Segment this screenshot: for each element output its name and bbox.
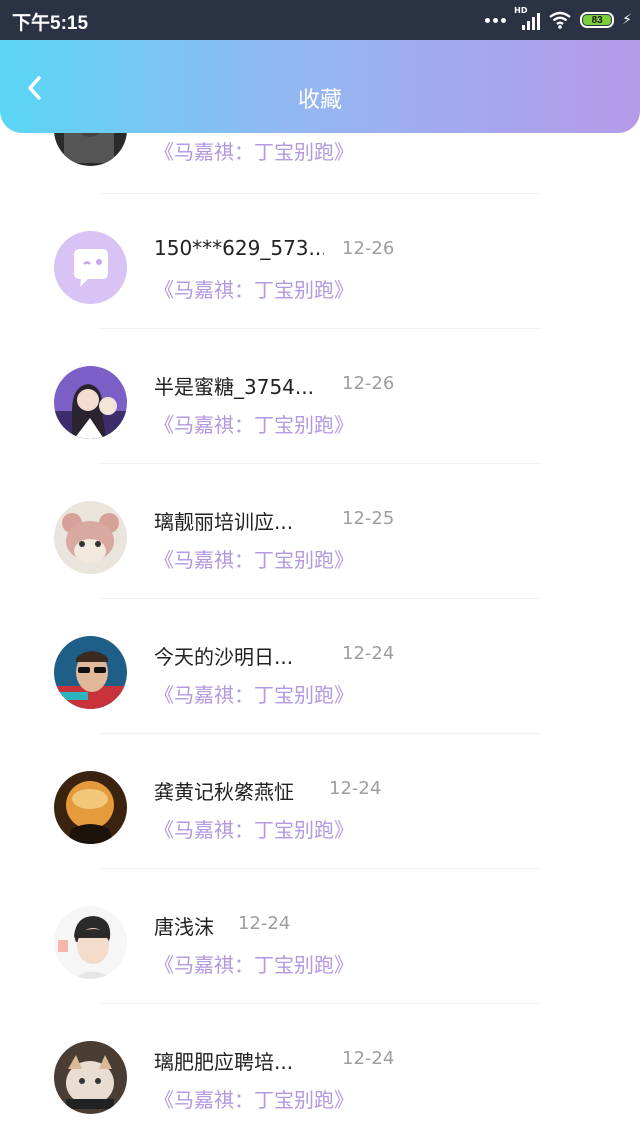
favorite-date: 12-26 <box>342 373 395 394</box>
work-title: 《马嘉祺：丁宝别跑》 <box>154 953 354 977</box>
battery-icon: 83 <box>580 12 615 28</box>
header-bar: 收藏 <box>0 40 640 133</box>
work-title: 《马嘉祺：丁宝别跑》 <box>154 548 354 572</box>
user-avatar[interactable] <box>54 636 127 709</box>
user-avatar[interactable] <box>54 501 127 574</box>
user-avatar[interactable] <box>54 771 127 844</box>
list-item[interactable]: 150***629_573... 12-26 《马嘉祺：丁宝别跑》 <box>0 194 640 329</box>
list-item[interactable]: 璃靓丽培训应... 12-25 《马嘉祺：丁宝别跑》 <box>0 464 640 599</box>
wifi-icon <box>549 11 571 29</box>
work-title: 《马嘉祺：丁宝别跑》 <box>154 278 354 302</box>
battery-level: 83 <box>583 15 612 26</box>
user-name: 璃靓丽培训应... <box>154 510 294 534</box>
list-item[interactable]: 龚黄记秋綮燕怔 12-24 《马嘉祺：丁宝别跑》 <box>0 734 640 869</box>
favorite-date: 12-24 <box>238 913 291 934</box>
favorite-date: 12-25 <box>342 508 395 529</box>
work-title: 《马嘉祺：丁宝别跑》 <box>154 818 354 842</box>
work-title: 《马嘉祺：丁宝别跑》 <box>154 413 354 437</box>
list-item[interactable]: 今天的沙明日... 12-24 《马嘉祺：丁宝别跑》 <box>0 599 640 734</box>
user-name: 唐浅沫 <box>154 915 214 939</box>
favorite-date: 12-26 <box>342 238 395 259</box>
user-avatar[interactable] <box>54 231 127 304</box>
user-name: 龚黄记秋綮燕怔 <box>154 780 294 804</box>
list-item[interactable]: 半是蜜糖_3754... 12-26 《马嘉祺：丁宝别跑》 <box>0 329 640 464</box>
work-title: 《马嘉祺：丁宝别跑》 <box>154 1088 354 1112</box>
status-bar: 下午5:15 HD 83 ⚡ <box>0 0 640 40</box>
status-time: 下午5:15 <box>12 13 89 34</box>
favorite-date: 12-24 <box>329 778 382 799</box>
user-avatar[interactable] <box>54 1041 127 1114</box>
list-item[interactable]: 璃肥肥应聘培... 12-24 《马嘉祺：丁宝别跑》 <box>0 1004 640 1139</box>
user-avatar[interactable] <box>54 906 127 979</box>
user-name: 今天的沙明日... <box>154 645 294 669</box>
favorite-date: 12-24 <box>342 1048 395 1069</box>
chat-bubble-icon <box>54 231 127 304</box>
favorite-date: 12-24 <box>342 643 395 664</box>
work-title: 《马嘉祺：丁宝别跑》 <box>154 683 354 707</box>
list-item[interactable]: 唐浅沫 12-24 《马嘉祺：丁宝别跑》 <box>0 869 640 1004</box>
status-icons: HD 83 ⚡ <box>485 6 632 32</box>
work-title: 《马嘉祺：丁宝别跑》 <box>154 140 354 164</box>
user-name: 150***629_573... <box>154 236 324 260</box>
charging-icon: ⚡ <box>622 12 632 28</box>
signal-icon: HD <box>514 6 541 30</box>
user-name: 璃肥肥应聘培... <box>154 1050 294 1074</box>
user-name: 半是蜜糖_3754... <box>154 375 314 399</box>
page-title: 收藏 <box>297 88 342 113</box>
more-dots-icon <box>485 17 507 23</box>
user-avatar[interactable] <box>54 366 127 439</box>
